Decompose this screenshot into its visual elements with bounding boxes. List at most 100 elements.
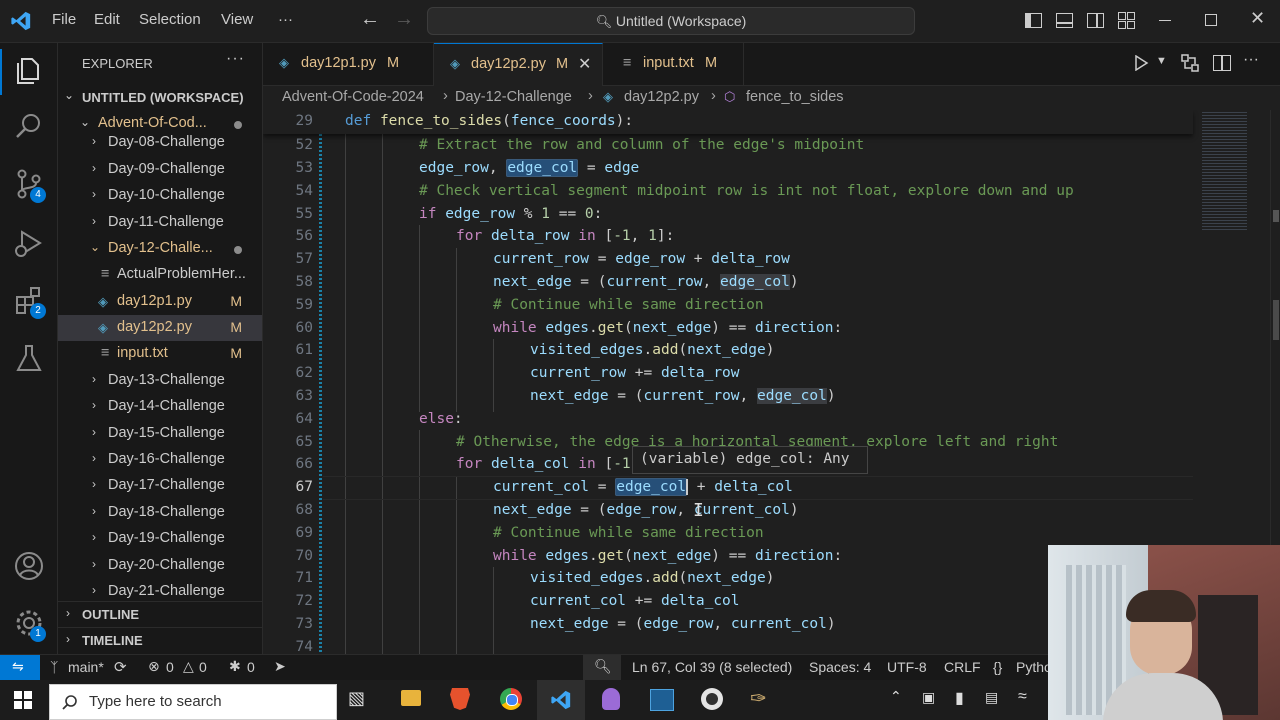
remote-indicator[interactable]: ⇋ [0, 655, 40, 680]
sticky-scroll-header[interactable]: 29 def fence_to_sides(fence_coords): [263, 110, 1193, 134]
zoom-indicator[interactable]: 🔍︎ [583, 655, 621, 680]
brave-browser-icon[interactable] [450, 688, 470, 710]
app-icon[interactable] [650, 689, 674, 711]
chevron-right-icon: › [92, 530, 96, 544]
restore-icon[interactable] [1205, 14, 1217, 26]
customize-layout-icon[interactable] [1118, 12, 1135, 29]
code-line-current: current_col = edge_col + delta_col [493, 478, 793, 496]
line-number: 64 [295, 411, 313, 427]
chevron-up-icon[interactable]: ⌃ [890, 688, 902, 705]
tree-folder[interactable]: › Day-19-Challenge [58, 526, 262, 552]
search-icon [62, 695, 77, 710]
windows-start-icon[interactable] [14, 691, 32, 709]
encoding[interactable]: UTF-8 [887, 659, 927, 675]
workspace-header[interactable]: ⌄ UNTITLED (WORKSPACE) [58, 84, 262, 110]
chevron-down-icon[interactable]: ▼ [1156, 55, 1167, 67]
account-icon[interactable] [12, 549, 46, 583]
close-tab-icon[interactable]: ✕ [578, 54, 591, 74]
warning-count[interactable]: 0 [199, 659, 207, 675]
tab-day12p2-active[interactable]: ◈ day12p2.py M ✕ [434, 43, 603, 86]
tree-folder[interactable]: › Day-16-Challenge [58, 447, 262, 473]
split-editor-icon[interactable] [1213, 55, 1231, 71]
paint-icon[interactable]: ✑ [750, 686, 767, 711]
compare-changes-icon[interactable] [1180, 53, 1200, 73]
line-number: 59 [295, 297, 313, 313]
search-icon[interactable] [12, 109, 46, 143]
menu-file[interactable]: File [52, 11, 76, 28]
tree-file[interactable]: ≡ input.txt M [58, 341, 262, 367]
line-ending[interactable]: CRLF [944, 659, 981, 675]
tree-folder[interactable]: › Day-09-Challenge [58, 157, 262, 183]
branch-name[interactable]: main* [68, 659, 104, 675]
tree-folder[interactable]: › Day-17-Challenge [58, 473, 262, 499]
obs-icon[interactable] [701, 688, 723, 710]
breadcrumb-item[interactable]: Advent-Of-Code-2024 [282, 89, 424, 105]
more-actions-icon[interactable]: ··· [1243, 51, 1259, 69]
error-count[interactable]: 0 [166, 659, 174, 675]
breadcrumb: Advent-Of-Code-2024 › Day-12-Challenge ›… [263, 86, 1280, 110]
tree-folder[interactable]: › Day-08-Challenge [58, 130, 262, 156]
tree-file[interactable]: ◈ day12p1.py M [58, 289, 262, 315]
language-mode[interactable]: Pytho [1016, 659, 1052, 675]
task-view-icon[interactable]: ▧ [348, 688, 365, 709]
vscode-taskbar-button[interactable] [537, 680, 585, 720]
usb-icon[interactable]: ▮ [955, 688, 964, 708]
file-explorer-icon[interactable] [401, 690, 421, 706]
tree-folder[interactable]: › Day-15-Challenge [58, 421, 262, 447]
tree-file[interactable]: ≡ ActualProblemHer... [58, 262, 262, 288]
scrollbar-thumb[interactable] [1273, 210, 1279, 222]
tree-folder[interactable]: › Day-20-Challenge [58, 553, 262, 579]
tray-device-icon[interactable]: ▤ [985, 689, 998, 706]
tree-folder-open[interactable]: ⌄ Day-12-Challe... [58, 236, 262, 262]
obsidian-icon[interactable] [602, 688, 620, 710]
back-arrow-icon[interactable]: ← [360, 8, 380, 31]
breadcrumb-item[interactable]: Day-12-Challenge [455, 89, 572, 105]
menu-selection[interactable]: Selection [139, 11, 201, 28]
tree-folder[interactable]: › Day-14-Challenge [58, 394, 262, 420]
tree-file-selected[interactable]: ◈ day12p2.py M [58, 315, 262, 341]
toggle-panel-icon[interactable] [1056, 13, 1073, 28]
share-icon[interactable]: ➤ [274, 658, 286, 675]
menu-view[interactable]: View [221, 11, 253, 28]
taskbar-search-box[interactable]: Type here to search [49, 684, 337, 720]
ports-count[interactable]: 0 [247, 659, 255, 675]
run-file-icon[interactable] [1133, 55, 1149, 71]
line-number: 68 [295, 502, 313, 518]
sync-icon[interactable]: ⟳ [114, 658, 127, 676]
timeline-section[interactable]: › TIMELINE [58, 627, 262, 654]
menu-edit[interactable]: Edit [94, 11, 120, 28]
run-debug-icon[interactable] [12, 226, 46, 260]
code-line: edge_row, edge_col = edge [419, 159, 640, 177]
command-center[interactable]: 🔍︎ Untitled (Workspace) [427, 7, 915, 35]
chevron-right-icon: › [92, 504, 96, 518]
cursor-position[interactable]: Ln 67, Col 39 (8 selected) [632, 659, 792, 675]
breadcrumb-item[interactable]: fence_to_sides [746, 89, 844, 105]
tree-folder[interactable]: › Day-11-Challenge [58, 210, 262, 236]
chevron-right-icon: › [92, 372, 96, 386]
toggle-secondary-sidebar-icon[interactable] [1087, 13, 1104, 28]
tray-app-icon[interactable]: ▣ [922, 689, 935, 706]
tree-folder[interactable]: › Day-13-Challenge [58, 368, 262, 394]
testing-flask-icon[interactable] [12, 342, 46, 376]
menu-more[interactable]: ··· [278, 11, 293, 28]
tree-folder[interactable]: › Day-18-Challenge [58, 500, 262, 526]
toggle-primary-sidebar-icon[interactable] [1025, 13, 1042, 28]
outline-section[interactable]: › OUTLINE [58, 601, 262, 628]
breadcrumb-item[interactable]: day12p2.py [624, 89, 699, 105]
code-line: # Check vertical segment midpoint row is… [419, 183, 1074, 199]
source-control-badge: 4 [30, 187, 46, 203]
tree-folder[interactable]: › Day-10-Challenge [58, 183, 262, 209]
python-icon: ◈ [98, 294, 108, 309]
more-actions-icon[interactable]: ··· [226, 50, 245, 68]
tab-day12p1[interactable]: ◈ day12p1.py M [263, 43, 434, 85]
forward-arrow-icon[interactable]: → [394, 8, 414, 31]
scrollbar-thumb[interactable] [1273, 300, 1279, 340]
network-icon[interactable]: ≈ [1018, 688, 1027, 706]
tab-input-txt[interactable]: ≡ input.txt M [603, 43, 744, 85]
chrome-icon[interactable] [500, 688, 522, 710]
indentation[interactable]: Spaces: 4 [809, 659, 871, 675]
code-line: next_edge = (current_row, edge_col) [530, 388, 836, 404]
close-window-icon[interactable]: ✕ [1250, 8, 1265, 29]
explorer-icon[interactable] [12, 53, 46, 87]
minimize-icon[interactable] [1159, 20, 1171, 21]
